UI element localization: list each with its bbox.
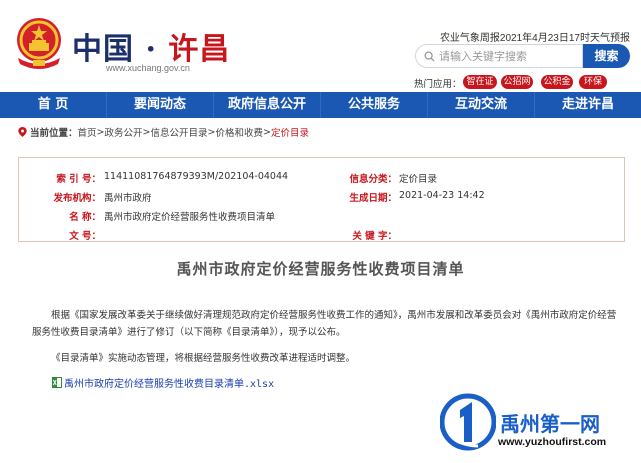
watermark-name: 禹州第一网 — [500, 412, 600, 436]
main-nav: 首 页 要闻动态 政府信息公开 公共服务 互动交流 走进许昌 — [0, 92, 641, 118]
meta-keyword-key: 关 键 字： — [352, 231, 397, 242]
meta-name-key: 名 称： — [69, 212, 101, 223]
meta-name-value: 禹州市政府定价经营服务性收费项目清单 — [104, 212, 276, 223]
breadcrumb-gov-affairs[interactable]: 政务公开 — [105, 125, 143, 139]
hot-tag-gongzhao[interactable]: 公招网 — [501, 75, 533, 89]
breadcrumb-current[interactable]: 定价目录 — [271, 125, 309, 139]
article-paragraph: 《目录清单》实施动态管理，将根据经营服务性收费改革进程适时调整。 — [51, 353, 356, 364]
search-input[interactable] — [439, 49, 579, 63]
breadcrumb-price-fees[interactable]: 价格和收费 — [215, 125, 263, 139]
meta-row: 名 称： 禹州市政府定价经营服务性收费项目清单 — [19, 209, 624, 225]
nav-interaction[interactable]: 互动交流 — [428, 92, 535, 118]
breadcrumb-separator: > — [142, 126, 151, 138]
attachment-link[interactable]: 禹州市政府定价经营服务性收费目录清单.xlsx — [52, 375, 274, 390]
location-pin-icon — [18, 127, 27, 137]
search-button[interactable]: 搜索 — [583, 44, 630, 68]
meta-publisher-key: 发布机构： — [53, 193, 101, 204]
breadcrumb-home[interactable]: 首页 — [78, 125, 97, 139]
national-emblem-icon — [17, 18, 61, 69]
meta-docno-key: 文 号： — [69, 231, 101, 242]
document-metadata: 索 引 号： 11411081764879393M/202104-04044 信… — [18, 157, 625, 242]
watermark-url: www.yuzhoufirst.com — [498, 436, 607, 448]
search-icon — [424, 50, 435, 62]
nav-gov-info[interactable]: 政府信息公开 — [214, 92, 321, 118]
meta-row: 索 引 号： 11411081764879393M/202104-04044 信… — [19, 171, 624, 187]
breadcrumb-separator: > — [207, 126, 216, 138]
breadcrumb-label: 当前位置： — [30, 128, 78, 139]
nav-public-service[interactable]: 公共服务 — [321, 92, 428, 118]
meta-date-key: 生成日期： — [349, 193, 397, 204]
meta-date-value: 2021-04-23 14:42 — [399, 190, 485, 201]
meta-row: 文 号： 关 键 字： — [19, 228, 624, 244]
meta-row: 发布机构： 禹州市政府 生成日期： 2021-04-23 14:42 — [19, 190, 624, 206]
hot-apps-label: 热门应用： — [414, 79, 462, 90]
site-name-accent: 许昌 — [168, 32, 231, 67]
meta-category-value: 定价目录 — [399, 174, 438, 185]
nav-news[interactable]: 要闻动态 — [107, 92, 214, 118]
nav-about[interactable]: 走进许昌 — [535, 92, 641, 118]
breadcrumb: 当前位置： 首页 > 政务公开 > 信息公开目录 > 价格和收费 > 定价目录 — [18, 125, 309, 139]
attachment-filename: 禹州市政府定价经营服务性收费目录清单.xlsx — [64, 379, 275, 390]
meta-category-key: 信息分类： — [349, 174, 397, 185]
article-title: 禹州市政府定价经营服务性收费项目清单 — [176, 260, 465, 278]
breadcrumb-info-catalog[interactable]: 信息公开目录 — [150, 125, 207, 139]
hot-tag-zhizaizheng[interactable]: 智在证 — [463, 75, 497, 89]
breadcrumb-separator: > — [96, 126, 105, 138]
yuzhoufirst-logo-icon — [440, 393, 496, 451]
site-url: www.xuchang.gov.cn — [106, 63, 190, 73]
meta-index-key: 索 引 号： — [56, 174, 101, 185]
excel-file-icon — [52, 377, 62, 388]
nav-home[interactable]: 首 页 — [0, 92, 107, 118]
site-name-main: 中国 · — [72, 32, 169, 67]
article-paragraph: 根据《国家发展改革委关于继续做好清理规范政府定价经营服务性收费工作的通知》，禹州… — [32, 310, 617, 338]
breadcrumb-separator: > — [262, 126, 271, 138]
hot-tag-huanbao[interactable]: 环保 — [579, 75, 607, 89]
meta-index-value: 11411081764879393M/202104-04044 — [104, 171, 289, 182]
site-name[interactable]: 中国 · 许昌 — [72, 24, 230, 68]
site-header: 中国 · 许昌 www.xuchang.gov.cn 农业气象周报2021年4月… — [0, 0, 641, 92]
meta-publisher-value: 禹州市政府 — [104, 193, 152, 204]
hot-tag-gongjijin[interactable]: 公积金 — [541, 75, 573, 89]
weather-link[interactable]: 农业气象周报2021年4月23日17时天气预报 — [440, 29, 630, 44]
search-box — [415, 44, 583, 68]
